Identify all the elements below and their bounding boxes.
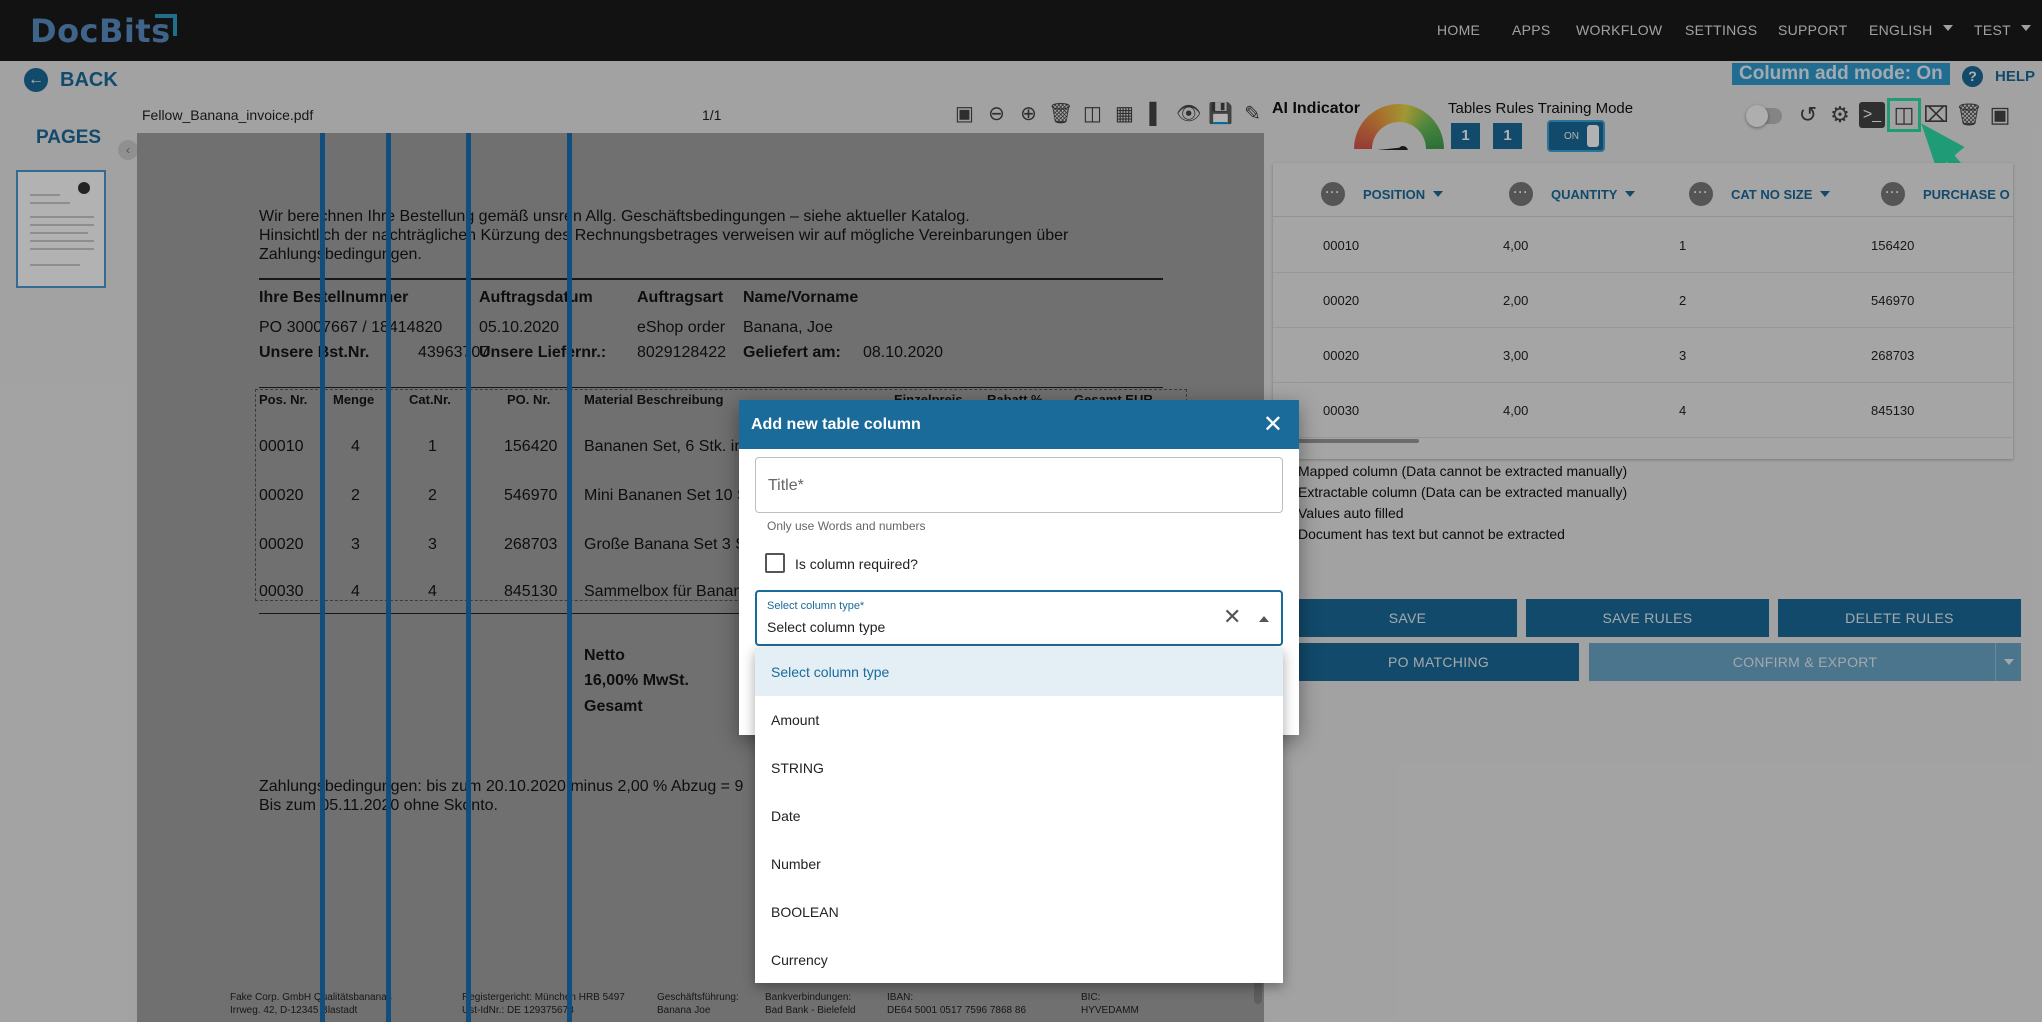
column-title-input[interactable]: Title*: [755, 457, 1283, 513]
chevron-up-icon[interactable]: [1259, 616, 1269, 622]
column-type-label: Select column type*: [767, 600, 865, 612]
clear-icon[interactable]: ✕: [1223, 604, 1241, 630]
option-date[interactable]: Date: [755, 792, 1283, 840]
option-currency[interactable]: Currency: [755, 936, 1283, 984]
option-select-column-type[interactable]: Select column type: [755, 648, 1283, 696]
title-hint: Only use Words and numbers: [767, 519, 926, 533]
option-boolean[interactable]: BOOLEAN: [755, 888, 1283, 936]
column-type-options: Select column type Amount STRING Date Nu…: [755, 648, 1283, 983]
dialog-header: Add new table column ✕: [739, 400, 1299, 449]
dialog-title: Add new table column: [751, 416, 921, 433]
column-type-select[interactable]: Select column type* Select column type ✕: [755, 590, 1283, 646]
option-string[interactable]: STRING: [755, 744, 1283, 792]
column-type-value: Select column type: [767, 619, 886, 635]
column-required-label: Is column required?: [795, 556, 918, 572]
close-icon[interactable]: ✕: [1263, 400, 1283, 449]
column-required-checkbox[interactable]: [765, 553, 785, 573]
option-number[interactable]: Number: [755, 840, 1283, 888]
option-amount[interactable]: Amount: [755, 696, 1283, 744]
